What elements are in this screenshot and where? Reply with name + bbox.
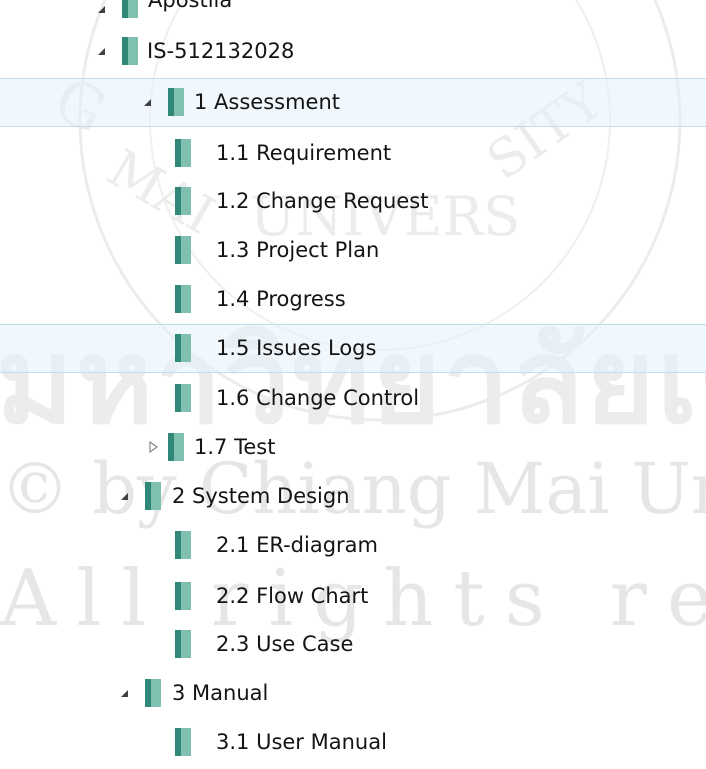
tree-row-2-system-design[interactable]: 2 System Design (0, 472, 706, 521)
tree-item-label: 2.1 ER-diagram (216, 533, 378, 557)
tree-row-3-1-user-manual[interactable]: 3.1 User Manual (0, 718, 706, 767)
tree-row-1-1-requirement[interactable]: 1.1 Requirement (0, 129, 706, 178)
tree-row-3-manual[interactable]: 3 Manual (0, 669, 706, 718)
tree-row-1-3-project-plan[interactable]: 1.3 Project Plan (0, 226, 706, 275)
collapse-arrow-icon[interactable] (140, 95, 156, 111)
folder-icon (175, 285, 191, 313)
folder-icon (175, 187, 191, 215)
folder-tree: G MAI UNIVERS SITY มหาวิทยาลัยเชียงใหม่ … (0, 0, 706, 769)
tree-item-label: 1.1 Requirement (216, 141, 392, 165)
tree-item-label: 1.5 Issues Logs (216, 336, 377, 360)
tree-item-label: 2.3 Use Case (216, 632, 354, 656)
folder-icon (175, 139, 191, 167)
tree-item-label: 1.3 Project Plan (216, 238, 380, 262)
tree-row-1-6-change-control[interactable]: 1.6 Change Control (0, 374, 706, 423)
folder-icon (175, 728, 191, 756)
tree-item-label: 2.2 Flow Chart (216, 584, 369, 608)
collapse-arrow-icon[interactable] (94, 44, 110, 60)
tree-item-label: 1.2 Change Request (216, 189, 429, 213)
collapse-arrow-icon[interactable] (117, 489, 133, 505)
tree-row-1-2-change-request[interactable]: 1.2 Change Request (0, 177, 706, 226)
collapse-arrow-icon[interactable] (117, 686, 133, 702)
tree-row-2-3-use-case[interactable]: 2.3 Use Case (0, 620, 706, 669)
expand-arrow-icon[interactable] (94, 2, 110, 18)
tree-item-label: 3 Manual (172, 681, 269, 705)
folder-icon (175, 630, 191, 658)
folder-icon (122, 0, 138, 18)
folder-icon (175, 531, 191, 559)
folder-icon (175, 384, 191, 412)
expand-arrow-icon[interactable] (146, 439, 162, 455)
tree-row-1-assessment[interactable]: 1 Assessment (0, 78, 706, 127)
folder-icon (175, 334, 191, 362)
folder-icon (175, 236, 191, 264)
tree-item-label: 1.6 Change Control (216, 386, 420, 410)
tree-row-root[interactable]: IS-512132028 (0, 27, 706, 76)
tree-item-label: 1.7 Test (194, 435, 276, 459)
tree-row-1-7-test[interactable]: 1.7 Test (0, 423, 706, 472)
tree-item-label: Apostila (148, 0, 233, 12)
tree-item-label: IS-512132028 (147, 39, 295, 63)
tree-item-label: 1 Assessment (194, 90, 341, 114)
folder-icon (168, 433, 184, 461)
folder-icon (122, 37, 138, 65)
tree-row-1-5-issues-logs[interactable]: 1.5 Issues Logs (0, 324, 706, 373)
folder-icon (145, 482, 161, 510)
folder-icon (168, 88, 184, 116)
folder-icon (175, 582, 191, 610)
tree-row-1-4-progress[interactable]: 1.4 Progress (0, 275, 706, 324)
tree-item-label: 1.4 Progress (216, 287, 346, 311)
tree-row-2-2-flow-chart[interactable]: 2.2 Flow Chart (0, 572, 706, 621)
tree-row-2-1-er-diagram[interactable]: 2.1 ER-diagram (0, 521, 706, 570)
folder-icon (145, 679, 161, 707)
tree-item-label: 3.1 User Manual (216, 730, 387, 754)
tree-row-partial[interactable]: Apostila (0, 0, 706, 18)
tree-item-label: 2 System Design (172, 484, 350, 508)
